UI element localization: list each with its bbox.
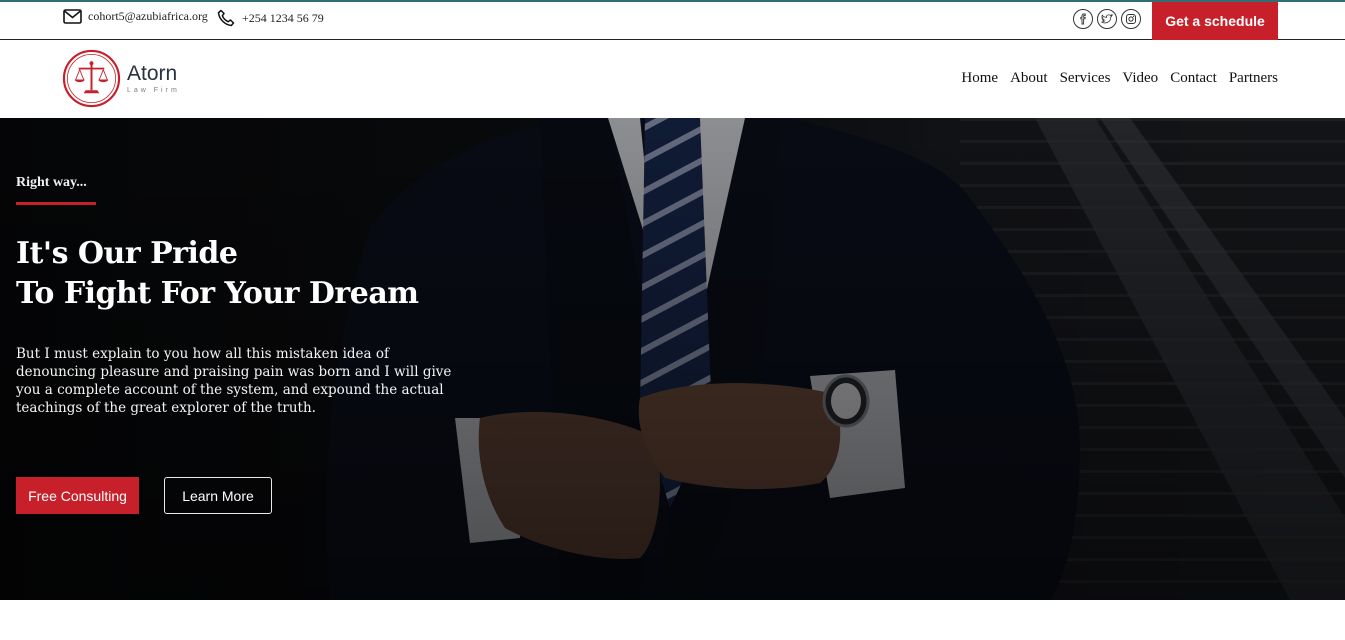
social-links (1073, 9, 1141, 29)
brand-tagline: Law Firm (127, 87, 180, 94)
headline-line-1: It's Our Pride (16, 236, 238, 271)
hero-section: Right way... It's Our Pride To Fight For… (0, 118, 1345, 600)
nav-about[interactable]: About (1010, 70, 1048, 87)
brand-name: Atorn (127, 62, 178, 85)
nav-video[interactable]: Video (1122, 70, 1158, 87)
mail-icon (63, 9, 82, 24)
get-schedule-button[interactable]: Get a schedule (1152, 2, 1278, 40)
contact-email[interactable]: cohort5@azubiafrica.org (63, 9, 208, 24)
top-bar: cohort5@azubiafrica.org +254 1234 56 79 … (0, 0, 1345, 40)
phone-icon (217, 9, 235, 27)
learn-more-button[interactable]: Learn More (164, 477, 272, 514)
logo[interactable]: Atorn Law Firm (62, 49, 180, 108)
nav-home[interactable]: Home (961, 70, 998, 87)
nav-partners[interactable]: Partners (1229, 70, 1278, 87)
facebook-icon[interactable] (1073, 9, 1093, 29)
page-bottom-area (0, 600, 1345, 640)
headline-line-2: To Fight For Your Dream (16, 276, 419, 311)
phone-text: +254 1234 56 79 (242, 10, 324, 25)
hero-eyebrow: Right way... (16, 175, 87, 190)
free-consulting-button[interactable]: Free Consulting (16, 477, 139, 514)
instagram-icon[interactable] (1121, 9, 1141, 29)
contact-phone[interactable]: +254 1234 56 79 (217, 9, 324, 27)
hero-description: But I must explain to you how all this m… (16, 346, 452, 416)
main-header: Atorn Law Firm Home About Services Video… (0, 40, 1345, 118)
email-text: cohort5@azubiafrica.org (88, 9, 208, 23)
nav-services[interactable]: Services (1060, 70, 1111, 87)
twitter-icon[interactable] (1097, 9, 1117, 29)
scales-of-justice-icon (62, 49, 121, 108)
eyebrow-underline (16, 202, 96, 205)
main-nav: Home About Services Video Contact Partne… (961, 70, 1278, 87)
nav-contact[interactable]: Contact (1170, 70, 1217, 87)
hero-headline: It's Our Pride To Fight For Your Dream (16, 234, 419, 314)
